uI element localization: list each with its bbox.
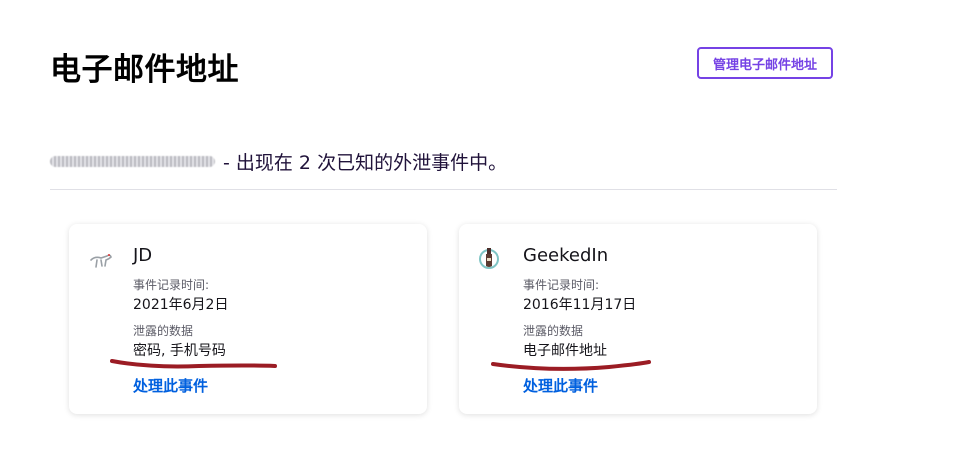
divider (50, 189, 837, 190)
compromised-data-label: 泄露的数据 (133, 324, 194, 338)
redacted-email-address (50, 156, 215, 167)
breach-name: GeekedIn (523, 245, 609, 266)
resolve-breach-link[interactable]: 处理此事件 (523, 375, 598, 396)
breach-date-label: 事件记录时间: (523, 278, 600, 292)
breach-card-jd: JD 事件记录时间: 2021年6月2日 泄露的数据 密码, 手机号码 处理此事… (69, 224, 427, 414)
email-summary-row: - 出现在 2 次已知的外泄事件中。 (50, 148, 507, 175)
breach-date-label: 事件记录时间: (133, 278, 210, 292)
breach-date: 2016年11月17日 (523, 297, 637, 313)
breach-count-text: - 出现在 2 次已知的外泄事件中。 (223, 152, 508, 174)
compromised-data: 密码, 手机号码 (133, 343, 226, 359)
breach-name: JD (133, 245, 153, 266)
geekedin-bottle-logo-icon (479, 248, 499, 269)
breach-card-geekedin: GeekedIn 事件记录时间: 2016年11月17日 泄露的数据 电子邮件地… (459, 224, 817, 414)
compromised-data: 电子邮件地址 (523, 343, 607, 359)
compromised-data-label: 泄露的数据 (523, 324, 584, 338)
resolve-breach-link[interactable]: 处理此事件 (133, 375, 208, 396)
breach-date: 2021年6月2日 (133, 297, 229, 313)
manage-emails-button[interactable]: 管理电子邮件地址 (697, 47, 833, 79)
jd-dog-logo-icon (90, 254, 112, 268)
page-title: 电子邮件地址 (50, 52, 239, 88)
